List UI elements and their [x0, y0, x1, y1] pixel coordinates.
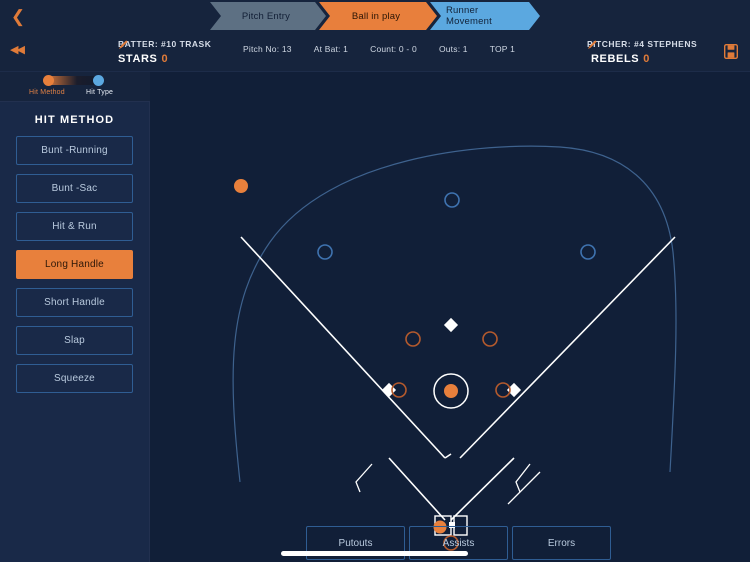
left-fielder-position[interactable] [317, 244, 333, 260]
baseball-field-diagram[interactable] [150, 72, 750, 562]
assists-label: Assists [442, 537, 475, 549]
stat-outs: Outs: 1 [438, 44, 468, 54]
hit-method-label: Hit & Run [52, 221, 97, 232]
pitcher-team-score: REBELS 0 [587, 53, 697, 65]
home-indicator[interactable] [281, 551, 468, 556]
hit-method-sidebar: Hit Method Hit Type HIT METHOD Bunt -Run… [0, 72, 150, 562]
pitcher-team-name: REBELS [591, 53, 640, 65]
baseline-home-to-first [450, 457, 515, 521]
batter-info-block: BATTER: #10 TRASK STARS 0 [118, 39, 211, 65]
running-lane-line [507, 471, 541, 505]
hit-method-long-handle[interactable]: Long Handle [16, 250, 133, 279]
first-base-coach-box [515, 463, 531, 493]
pitcher-info-block: PITCHER: #4 STEPHENS REBELS 0 [587, 39, 697, 65]
hit-method-label: Bunt -Sac [51, 183, 98, 194]
rewind-icon[interactable]: ◀◀ [10, 43, 25, 56]
workflow-step-bar: ❮ Pitch Entry Ball in play Runner Moveme… [0, 0, 750, 32]
batter-team-score-value: 0 [161, 53, 169, 65]
step-ball-in-play[interactable]: Ball in play [319, 2, 437, 30]
stat-at-bat: At Bat: 1 [313, 44, 349, 54]
third-base-coach-box [355, 463, 373, 493]
pitcher-team-score-value: 0 [643, 53, 650, 65]
right-foul-line [459, 236, 676, 459]
pitcher-label: PITCHER: #4 STEPHENS [587, 39, 698, 49]
outfield-wall-line [232, 145, 677, 483]
errors-button[interactable]: Errors [512, 526, 611, 560]
step-pitch-entry-label: Pitch Entry [241, 10, 291, 22]
hit-method-bunt-sac[interactable]: Bunt -Sac [16, 174, 133, 203]
hit-method-list: Bunt -Running Bunt -Sac Hit & Run Long H… [0, 136, 149, 393]
hit-method-short-handle[interactable]: Short Handle [16, 288, 133, 317]
left-foul-line [240, 236, 446, 459]
toggle-knob-hit-type[interactable] [93, 75, 104, 86]
toggle-label-hit-method[interactable]: Hit Method [29, 89, 65, 96]
batter-team-score: STARS 0 [118, 53, 211, 65]
pitcher-marker[interactable] [444, 384, 458, 398]
shortstop-position[interactable] [405, 331, 421, 347]
putouts-label: Putouts [338, 537, 373, 549]
hit-method-type-toggle[interactable]: Hit Method Hit Type [0, 72, 150, 102]
step-pitch-entry[interactable]: Pitch Entry [210, 2, 326, 30]
second-baseman-position[interactable] [482, 331, 498, 347]
ball-landing-marker[interactable] [234, 179, 248, 193]
batter-edit-pencil-icon[interactable] [118, 39, 129, 50]
center-fielder-position[interactable] [444, 192, 460, 208]
panel-title: HIT METHOD [34, 114, 115, 126]
pitcher-edit-pencil-icon[interactable] [587, 39, 598, 50]
stat-pitch-no: Pitch No: 13 [243, 44, 292, 54]
hit-method-slap[interactable]: Slap [16, 326, 133, 355]
hit-method-label: Slap [64, 335, 85, 346]
save-icon[interactable] [723, 43, 739, 60]
first-base[interactable] [506, 382, 522, 398]
baseball-scoring-app: ❮ Pitch Entry Ball in play Runner Moveme… [0, 0, 750, 562]
field-svg[interactable] [150, 72, 750, 562]
step-ball-in-play-label: Ball in play [351, 10, 401, 22]
hit-method-label: Short Handle [44, 297, 105, 308]
toggle-knob-hit-method[interactable] [43, 75, 54, 86]
hit-method-label: Squeeze [54, 373, 95, 384]
step-runner-movement-label: Runner Movement [446, 5, 492, 27]
batter-team-name: STARS [118, 53, 158, 65]
right-fielder-position[interactable] [580, 244, 596, 260]
step-runner-movement[interactable]: Runner Movement [430, 2, 540, 30]
hit-method-squeeze[interactable]: Squeeze [16, 364, 133, 393]
base-path-third [444, 453, 452, 459]
errors-label: Errors [547, 537, 576, 549]
stat-inning: TOP 1 [489, 44, 516, 54]
game-stats: Pitch No: 13 At Bat: 1 Count: 0 - 0 Outs… [243, 44, 515, 54]
baseline-home-to-third [388, 457, 446, 521]
second-base[interactable] [443, 317, 459, 333]
hit-method-label: Bunt -Running [41, 145, 108, 156]
toggle-label-hit-type[interactable]: Hit Type [86, 89, 113, 96]
back-chevron-icon[interactable]: ❮ [8, 6, 28, 26]
hit-method-bunt-running[interactable]: Bunt -Running [16, 136, 133, 165]
hit-method-hit-and-run[interactable]: Hit & Run [16, 212, 133, 241]
batter-label: BATTER: #10 TRASK [118, 39, 212, 49]
stat-count: Count: 0 - 0 [370, 44, 417, 54]
workflow-steps: Pitch Entry Ball in play Runner Movement [210, 2, 533, 30]
hit-method-label: Long Handle [45, 259, 104, 270]
